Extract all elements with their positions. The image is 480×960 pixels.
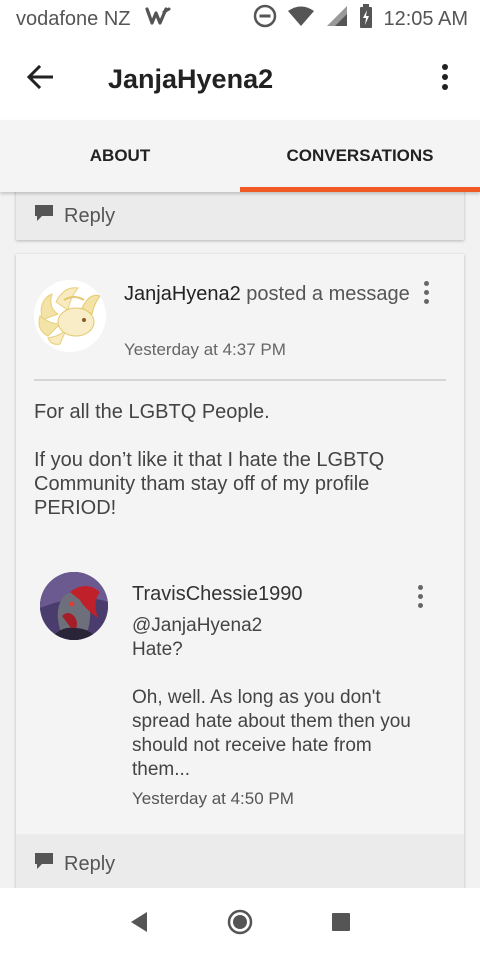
system-nav-bar bbox=[0, 888, 480, 960]
overflow-menu-button[interactable] bbox=[410, 38, 480, 120]
arrow-left-icon bbox=[26, 64, 54, 94]
post-action-text: posted a message bbox=[240, 283, 410, 305]
more-vertical-icon bbox=[441, 63, 449, 95]
nav-home-button[interactable] bbox=[227, 909, 253, 940]
page-title: JanjaHyena2 bbox=[108, 63, 274, 94]
divider bbox=[34, 379, 446, 381]
previous-post-card: Reply bbox=[16, 192, 464, 240]
post-author-line: JanjaHyena2 posted a message bbox=[124, 282, 414, 307]
clock: 12:05 AM bbox=[383, 7, 468, 30]
reply-label: Reply bbox=[64, 852, 116, 875]
post-author-name[interactable]: JanjaHyena2 bbox=[124, 283, 241, 305]
nav-recents-button[interactable] bbox=[331, 912, 351, 937]
post-card: JanjaHyena2 posted a message Yesterday a… bbox=[16, 254, 464, 888]
reply-button[interactable]: Reply bbox=[16, 192, 464, 240]
comment-paragraph: @JanjaHyena2 Hate? bbox=[132, 615, 263, 660]
tab-about[interactable]: ABOUT bbox=[0, 120, 240, 192]
conversation-feed[interactable]: Reply JanjaHyena2 posted a message Yeste… bbox=[0, 192, 480, 888]
reply-button[interactable]: Reply bbox=[16, 834, 464, 888]
app-bar: JanjaHyena2 bbox=[0, 38, 480, 120]
battery-charging-icon bbox=[359, 4, 373, 34]
post-timestamp: Yesterday at 4:37 PM bbox=[124, 340, 286, 359]
tab-conversations[interactable]: CONVERSATIONS bbox=[240, 120, 480, 192]
carrier-name: vodafone NZ bbox=[16, 7, 131, 30]
comment: TravisChessie1990 @JanjaHyena2 Hate? Oh,… bbox=[16, 564, 464, 834]
comment-text: @JanjaHyena2 Hate? Oh, well. As long as … bbox=[132, 614, 432, 806]
nav-back-button[interactable] bbox=[129, 911, 149, 938]
dnd-icon bbox=[253, 4, 277, 34]
status-bar: vodafone NZ 12:05 AM bbox=[0, 0, 480, 38]
comment-timestamp: Yesterday at 4:50 PM bbox=[132, 789, 294, 808]
avatar[interactable] bbox=[40, 572, 108, 640]
post-header: JanjaHyena2 posted a message Yesterday a… bbox=[16, 254, 464, 379]
recents-square-icon bbox=[331, 912, 351, 937]
comment-bubble-icon bbox=[34, 204, 64, 228]
reply-label: Reply bbox=[64, 204, 116, 227]
post-paragraph: If you don’t like it that I hate the LGB… bbox=[34, 449, 385, 519]
avatar[interactable] bbox=[34, 280, 106, 352]
post-menu-button[interactable] bbox=[411, 272, 441, 312]
comment-menu-button[interactable] bbox=[405, 576, 435, 616]
signal-icon bbox=[325, 5, 349, 33]
post-paragraph: For all the LGBTQ People. bbox=[34, 401, 270, 423]
home-circle-icon bbox=[227, 909, 253, 940]
comment-bubble-icon bbox=[34, 852, 64, 876]
comment-paragraph: Oh, well. As long as you don't spread ha… bbox=[132, 687, 411, 780]
comment-author-name[interactable]: TravisChessie1990 bbox=[132, 583, 302, 606]
back-button[interactable] bbox=[0, 38, 80, 120]
w-app-icon bbox=[144, 6, 171, 32]
post-body: For all the LGBTQ People. If you don’t l… bbox=[34, 400, 434, 544]
tab-bar: ABOUT CONVERSATIONS bbox=[0, 120, 480, 192]
back-triangle-icon bbox=[129, 911, 149, 938]
wifi-icon bbox=[287, 5, 315, 33]
